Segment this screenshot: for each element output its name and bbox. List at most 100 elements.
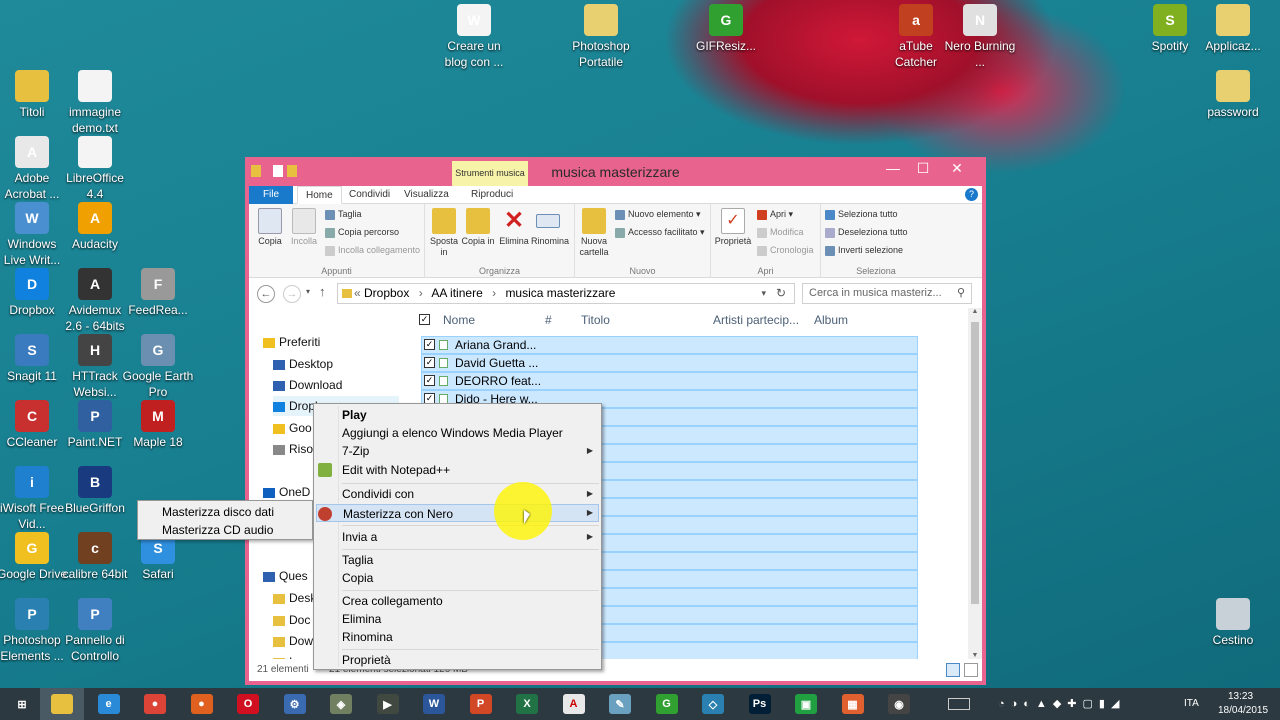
desktop-icon[interactable]: password [1197,70,1269,120]
desktop-icon[interactable]: P Pannello di Controllo [59,598,131,664]
minimize-button[interactable]: — [878,157,908,179]
keyboard-icon[interactable] [948,698,970,710]
copy-path-button[interactable]: Copia percorso [325,224,399,240]
address-dropdown[interactable]: ▾ [761,284,766,303]
new-folder-button[interactable]: Nuova cartella [577,208,611,258]
menu-item-copia[interactable]: Copia [342,569,373,587]
desktop-icon[interactable]: A Avidemux 2.6 - 64bits [59,268,131,334]
desktop-icon[interactable]: M Maple 18 [122,400,194,450]
menu-item-play[interactable]: Play [342,406,367,424]
tab-riproduci[interactable]: Riproduci [463,186,521,204]
column-nome[interactable]: Nome [443,308,475,332]
desktop-icon[interactable]: G Google Earth Pro [122,334,194,400]
nav-item[interactable]: Riso [273,439,313,459]
clock-time[interactable]: 13:23 [1228,691,1253,702]
nav-item[interactable]: OneD [263,482,310,502]
help-icon[interactable]: ? [965,188,978,201]
title-bar[interactable]: Strumenti musica musica masterizzare — ☐… [245,157,986,186]
desktop-icon[interactable]: S Spotify [1134,4,1206,54]
maximize-button[interactable]: ☐ [908,157,938,179]
details-view-icon[interactable] [946,663,960,677]
menu-item-elimina[interactable]: Elimina [342,610,381,628]
menu-item-invia-a[interactable]: Invia a [342,528,377,546]
cut-button[interactable]: Taglia [325,206,362,222]
taskbar-opera[interactable]: O [226,688,270,720]
tab-visualizza[interactable]: Visualizza [396,186,457,204]
taskbar-photoshop-elements[interactable]: ◇ [691,688,735,720]
tab-file[interactable]: File [249,186,293,204]
menu-item-masterizza-nero[interactable]: Masterizza con Nero [316,504,599,522]
desktop-icon[interactable]: D Dropbox [0,268,68,318]
menu-item-rinomina[interactable]: Rinomina [342,628,393,646]
up-button[interactable]: ↑ [319,284,326,299]
desktop-icon[interactable]: LibreOffice 4.4 [59,136,131,202]
easy-access-button[interactable]: Accesso facilitato ▾ [615,224,705,240]
desktop-icon[interactable]: B BlueGriffon [59,466,131,516]
scroll-up-arrow[interactable]: ▲ [968,308,982,315]
desktop-icon[interactable]: Titoli [0,70,68,120]
nav-item[interactable]: Desktop [273,354,333,374]
properties-button[interactable]: ✓ Proprietà [713,208,753,247]
submenu-masterizza-disco-dati[interactable]: Masterizza disco dati [162,504,274,520]
desktop-icon[interactable]: S Snagit 11 [0,334,68,384]
taskbar-file-explorer[interactable] [40,688,84,720]
nav-item[interactable]: Preferiti [263,332,320,352]
taskbar-sway[interactable]: ▣ [784,688,828,720]
taskbar-firefox[interactable]: ● [180,688,224,720]
desktop-icon[interactable]: C CCleaner [0,400,68,450]
taskbar-powerpoint[interactable]: P [459,688,503,720]
taskbar-acrobat[interactable]: A [552,688,596,720]
menu-item-condividi-con[interactable]: Condividi con [342,485,414,503]
nav-item[interactable]: Desk [273,588,316,608]
select-all-checkbox[interactable]: ✓ [419,314,430,325]
menu-item-add-to-wmp[interactable]: Aggiungi a elenco Windows Media Player [342,424,563,442]
desktop-icon[interactable]: P Photoshop Elements ... [0,598,68,664]
menu-item-crea-collegamento[interactable]: Crea collegamento [342,592,443,610]
desktop-icon[interactable]: A Audacity [59,202,131,252]
menu-item-taglia[interactable]: Taglia [342,551,373,569]
refresh-icon[interactable]: ↻ [776,284,786,303]
desktop-icon[interactable]: Cestino [1197,598,1269,648]
menu-item-proprieta[interactable]: Proprietà [342,651,391,669]
nav-item[interactable]: Goo [273,418,312,438]
column-album[interactable]: Album [814,308,848,332]
desktop-icon[interactable]: G Google Drive [0,532,68,582]
delete-button[interactable]: ✕ Elimina [497,208,531,247]
breadcrumb-current[interactable]: musica masterizzare [505,286,615,300]
desktop-icon[interactable]: immagine demo.txt [59,70,131,136]
edit-button[interactable]: Modifica [757,224,804,240]
breadcrumb-aa-itinere[interactable]: AA itinere [431,286,482,300]
taskbar-terminal[interactable]: ▶ [366,688,410,720]
tab-home[interactable]: Home [297,186,342,204]
nav-item[interactable]: Doc [273,610,310,630]
row-checkbox[interactable]: ✓ [424,375,435,386]
search-input[interactable]: Cerca in musica masteriz... ⚲ [802,283,972,304]
tray-icons[interactable]: ◔◑◐▲◆✚▢▮◢ [998,697,1125,710]
taskbar-windows-start[interactable]: ⊞ [0,688,44,720]
paste-shortcut-button[interactable]: Incolla collegamento [325,242,420,258]
back-button[interactable]: ← [257,285,275,303]
input-language[interactable]: ITA [1184,698,1199,709]
desktop-icon[interactable]: a aTube Catcher [880,4,952,70]
clock-date[interactable]: 18/04/2015 [1218,705,1268,716]
column-artisti[interactable]: Artisti partecip... [713,308,799,332]
taskbar-burning-app[interactable]: ◈ [319,688,363,720]
submenu-masterizza-cd-audio[interactable]: Masterizza CD audio [162,522,273,538]
desktop-icon[interactable]: F FeedRea... [122,268,194,318]
nav-item[interactable]: Ques [263,566,308,586]
taskbar-excel[interactable]: X [505,688,549,720]
desktop-icon[interactable]: W Creare un blog con ... [438,4,510,70]
scroll-down-arrow[interactable]: ▼ [968,652,982,659]
file-row[interactable]: ✓ David Guetta ... [421,354,918,372]
nav-item[interactable]: Dow [273,631,313,651]
desktop-icon[interactable]: c calibre 64bit [59,532,131,582]
taskbar-webcam[interactable]: ◉ [877,688,921,720]
forward-button[interactable]: → [283,285,301,303]
desktop-icon[interactable]: G GIFResiz... [690,4,762,54]
tab-condividi[interactable]: Condividi [341,186,398,204]
tiles-view-icon[interactable] [964,663,978,677]
open-button[interactable]: Apri ▾ [757,206,793,222]
menu-item-7zip[interactable]: 7-Zip [342,442,599,460]
column-titolo[interactable]: Titolo [581,308,610,332]
breadcrumb-dropbox[interactable]: Dropbox [364,286,409,300]
